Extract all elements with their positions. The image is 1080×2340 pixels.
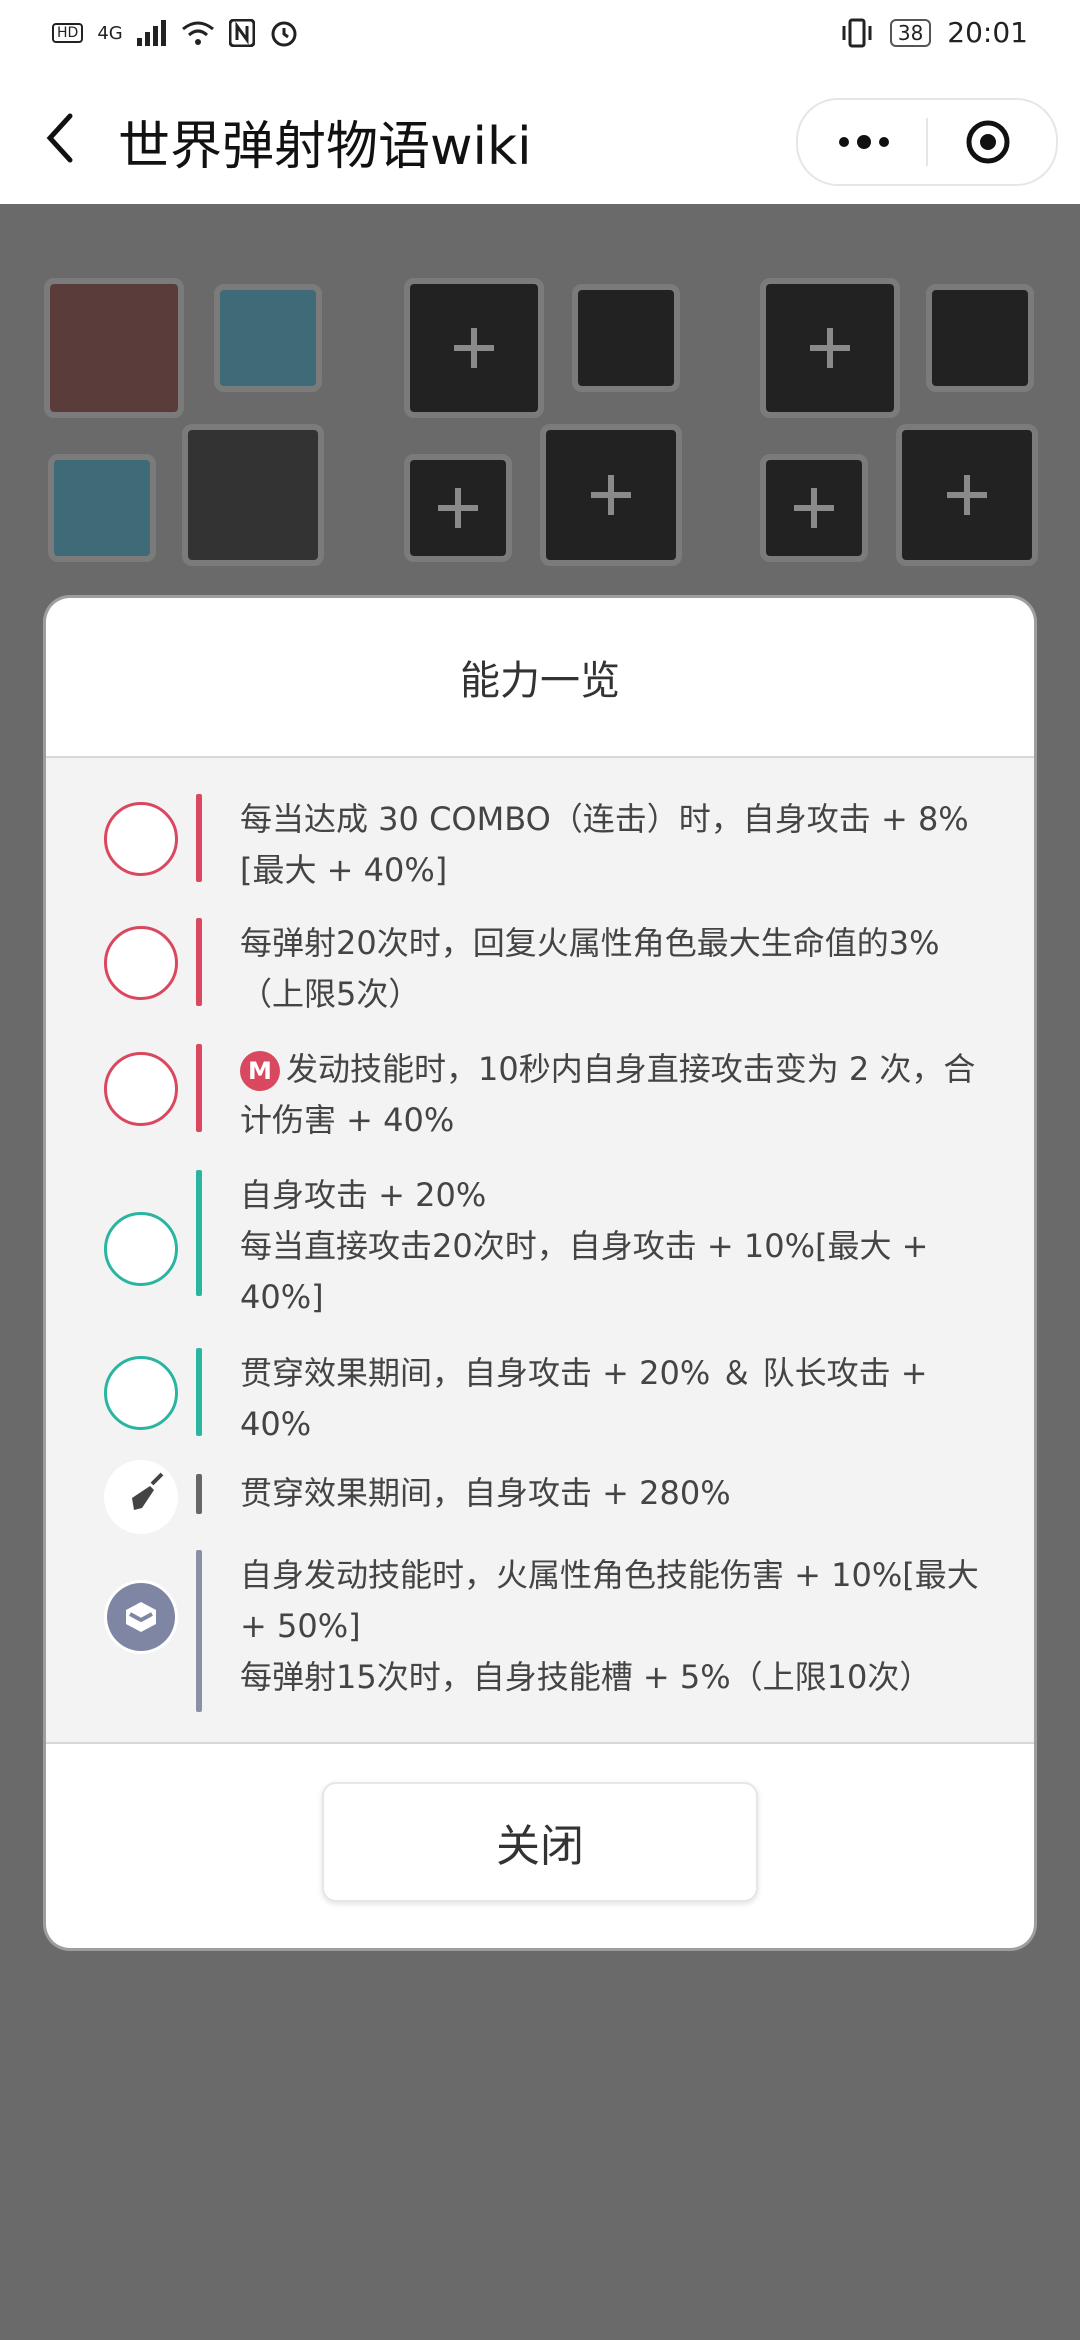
ability-text-wrap: 自身攻击 + 20% 每当直接攻击20次时，自身攻击 + 10%[最大 + 40… xyxy=(240,1170,980,1323)
accent-bar xyxy=(196,918,202,1006)
accent-bar xyxy=(196,794,202,882)
accent-bar xyxy=(196,1474,202,1514)
character-slot-filled xyxy=(44,278,184,418)
close-miniprogram-icon[interactable] xyxy=(966,120,1010,164)
dialog-header: 能力一览 xyxy=(46,598,1034,758)
empty-armor-slot-3[interactable] xyxy=(760,454,868,562)
ability-text: 自身攻击 + 20% xyxy=(240,1176,487,1214)
abilities-dialog: 能力一览 每当达成 30 COMBO（连击）时，自身攻击 + 8%[最大 + 4… xyxy=(46,598,1034,1948)
ability-text-wrap: M 发动技能时，10秒内自身直接攻击变为 2 次，合计伤害 + 40% xyxy=(240,1044,980,1146)
dialog-title: 能力一览 xyxy=(460,658,620,704)
ability-item: 自身发动技能时，火属性角色技能伤害 + 10%[最大 + 50%] 每弹射15次… xyxy=(46,1550,1034,1712)
empty-character-slot[interactable] xyxy=(404,278,544,418)
status-icons-left: HD 4G xyxy=(52,18,299,48)
clock: 20:01 xyxy=(947,16,1028,49)
dialog-footer: 关闭 xyxy=(46,1742,1034,1948)
ability-item: 每当达成 30 COMBO（连击）时，自身攻击 + 8%[最大 + 40%] xyxy=(46,794,1034,889)
vibrate-icon xyxy=(842,18,872,47)
accent-bar xyxy=(196,1348,202,1436)
skill-m-badge: M xyxy=(240,1051,280,1091)
ability-text: 贯穿效果期间，自身攻击 + 280% xyxy=(240,1474,731,1512)
weapon-slot-filled xyxy=(214,284,322,392)
wolf-avatar-icon xyxy=(104,1212,178,1286)
ability-list: 每当达成 30 COMBO（连击）时，自身攻击 + 8%[最大 + 40%] 每… xyxy=(46,758,1034,1744)
ability-text: 每当直接攻击20次时，自身攻击 + 10%[最大 + 40%] xyxy=(240,1227,929,1316)
hd-icon: HD xyxy=(52,23,84,43)
empty-character-slot-4[interactable] xyxy=(896,424,1038,566)
ability-item: 贯穿效果期间，自身攻击 + 280% xyxy=(46,1460,1034,1534)
more-options-icon[interactable] xyxy=(834,128,894,156)
status-icons-right: 38 20:01 xyxy=(840,16,1028,49)
ability-item: 每弹射20次时，回复火属性角色最大生命值的3%（上限5次） xyxy=(46,918,1034,1013)
accent-bar xyxy=(196,1044,202,1132)
mini-program-capsule xyxy=(796,98,1058,186)
character-slot-filled-2 xyxy=(182,424,324,566)
character-red-avatar-icon xyxy=(104,802,178,876)
signal-icon xyxy=(136,20,166,46)
armor-slot-filled xyxy=(48,454,156,562)
network-icon: 4G xyxy=(97,22,123,44)
battery-indicator: 38 xyxy=(889,18,932,47)
back-arrow-icon[interactable] xyxy=(40,108,80,168)
capsule-divider xyxy=(926,118,928,166)
alarm-icon xyxy=(271,21,297,47)
ability-item: 贯穿效果期间，自身攻击 + 20% ＆ 队长攻击 + 40% xyxy=(46,1348,1034,1443)
ability-text: 每弹射15次时，自身技能槽 + 5%（上限10次） xyxy=(240,1658,932,1696)
nfc-icon xyxy=(228,19,255,47)
title-bar: 世界弹射物语wiki xyxy=(0,72,1080,205)
weapon-spear-icon xyxy=(104,1460,178,1534)
armor-emblem-icon xyxy=(104,1580,178,1654)
page-title: 世界弹射物语wiki xyxy=(118,117,532,177)
ability-text: 每弹射20次时，回复火属性角色最大生命值的3%（上限5次） xyxy=(240,924,940,1013)
accent-bar xyxy=(196,1550,202,1712)
empty-armor-slot[interactable] xyxy=(404,454,512,562)
ability-item: M 发动技能时，10秒内自身直接攻击变为 2 次，合计伤害 + 40% xyxy=(46,1044,1034,1139)
empty-character-slot-3[interactable] xyxy=(760,278,900,418)
character-red-avatar-icon xyxy=(104,1052,178,1126)
wifi-icon xyxy=(181,21,214,45)
ability-item: 自身攻击 + 20% 每当直接攻击20次时，自身攻击 + 10%[最大 + 40… xyxy=(46,1170,1034,1318)
empty-character-slot-2[interactable] xyxy=(540,424,682,566)
empty-weapon-slot-3[interactable] xyxy=(926,284,1034,392)
close-button[interactable]: 关闭 xyxy=(322,1782,758,1902)
ability-text: 自身发动技能时，火属性角色技能伤害 + 10%[最大 + 50%] xyxy=(240,1556,979,1645)
ability-text-wrap: 自身发动技能时，火属性角色技能伤害 + 10%[最大 + 50%] 每弹射15次… xyxy=(240,1550,980,1703)
ability-text: 贯穿效果期间，自身攻击 + 20% ＆ 队长攻击 + 40% xyxy=(240,1354,928,1443)
ability-text: 发动技能时，10秒内自身直接攻击变为 2 次，合计伤害 + 40% xyxy=(240,1050,976,1139)
status-bar: HD 4G 38 20:01 xyxy=(0,0,1080,72)
ability-text: 每当达成 30 COMBO（连击）时，自身攻击 + 8%[最大 + 40%] xyxy=(240,800,969,889)
accent-bar xyxy=(196,1170,202,1296)
wolf-avatar-icon xyxy=(104,1356,178,1430)
empty-weapon-slot[interactable] xyxy=(572,284,680,392)
character-red-avatar-icon xyxy=(104,926,178,1000)
